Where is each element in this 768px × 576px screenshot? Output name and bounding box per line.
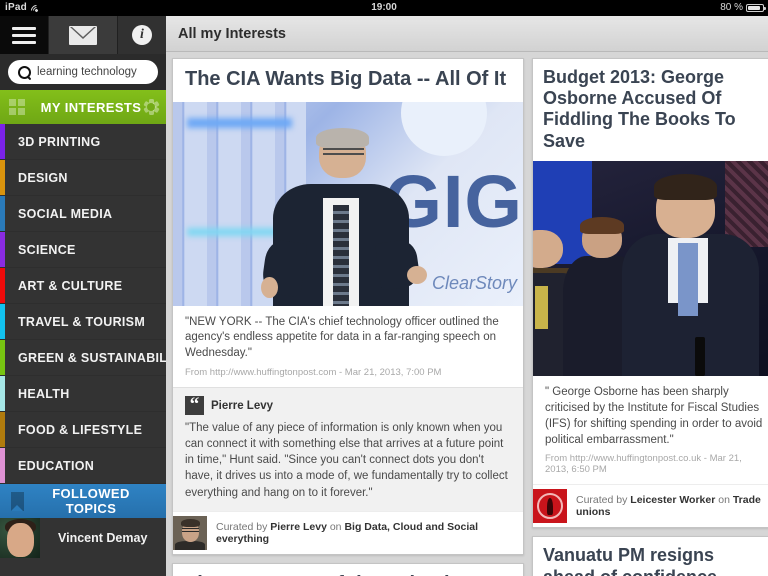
quote-header: “ Pierre Levy bbox=[185, 396, 511, 416]
sidebar-section-followed-topics[interactable]: FOLLOWED TOPICS bbox=[0, 484, 166, 518]
bookmark-icon bbox=[0, 491, 34, 511]
sidebar-item-label: SOCIAL MEDIA bbox=[18, 206, 113, 221]
search-icon bbox=[18, 65, 31, 79]
main-header: All my Interests bbox=[166, 16, 768, 52]
column-2: Budget 2013: George Osborne Accused Of F… bbox=[532, 58, 768, 576]
george-osborne-image bbox=[533, 160, 768, 376]
sidebar-item-vincent-demay[interactable]: Vincent Demay bbox=[0, 518, 166, 558]
followed-topics-label: FOLLOWED TOPICS bbox=[52, 486, 130, 516]
followed-user-name: Vincent Demay bbox=[58, 531, 148, 545]
article-quote: “ Pierre Levy "The value of any piece of… bbox=[173, 387, 523, 511]
curator-name[interactable]: Pierre Levy bbox=[270, 521, 327, 533]
article-description: " George Osborne has been sharply critic… bbox=[545, 385, 763, 446]
status-bar-right: 80 % bbox=[720, 0, 766, 16]
category-color-bar bbox=[0, 268, 5, 303]
sidebar-toolbar: i bbox=[0, 16, 166, 54]
search-bar: learning technology bbox=[0, 54, 166, 90]
sidebar-item-label: FOOD & LIFESTYLE bbox=[18, 422, 143, 437]
sidebar-item-social-media[interactable]: SOCIAL MEDIA bbox=[0, 196, 166, 232]
curated-by-row[interactable]: Curated by Pierre Levy on Big Data, Clou… bbox=[173, 510, 523, 554]
grid-icon bbox=[0, 99, 34, 115]
sidebar-item-label: 3D PRINTING bbox=[18, 134, 101, 149]
status-bar: iPad 19:00 80 % bbox=[0, 0, 768, 18]
main-content: All my Interests The CIA Wants Big Data … bbox=[166, 16, 768, 576]
article-source: From http://www.huffingtonpost.com - Mar… bbox=[185, 367, 442, 379]
search-input[interactable]: learning technology bbox=[8, 60, 158, 84]
category-color-bar bbox=[0, 124, 5, 159]
gear-icon[interactable] bbox=[142, 99, 160, 115]
sidebar-item-health[interactable]: HEALTH bbox=[0, 376, 166, 412]
category-color-bar bbox=[0, 304, 5, 339]
hamburger-menu-icon bbox=[12, 26, 36, 44]
article-title: Vanuatu PM resigns ahead of confidence m… bbox=[543, 545, 717, 576]
sidebar-section-my-interests[interactable]: MY INTERESTS bbox=[0, 90, 166, 124]
category-color-bar bbox=[0, 196, 5, 231]
quote-text: "The value of any piece of information i… bbox=[185, 422, 508, 499]
search-input-value: learning technology bbox=[37, 66, 137, 78]
curated-by-row[interactable]: Curated by Leicester Worker on Trade uni… bbox=[533, 484, 768, 528]
sidebar-item-food-lifestyle[interactable]: FOOD & LIFESTYLE bbox=[0, 412, 166, 448]
article-card-vanuatu[interactable]: Vanuatu PM resigns ahead of confidence m… bbox=[532, 536, 768, 576]
status-bar-clock: 19:00 bbox=[371, 2, 397, 13]
inbox-button[interactable] bbox=[48, 16, 118, 54]
sidebar-item-label: ART & CULTURE bbox=[18, 278, 123, 293]
envelope-icon bbox=[69, 25, 97, 45]
article-description: "NEW YORK -- The CIA's chief technology … bbox=[185, 315, 499, 360]
sidebar-item-education[interactable]: EDUCATION bbox=[0, 448, 166, 484]
quote-icon: “ bbox=[185, 396, 204, 416]
article-source: From http://www.huffingtonpost.co.uk - M… bbox=[545, 453, 742, 476]
category-color-bar bbox=[0, 232, 5, 267]
sidebar-item-3d-printing[interactable]: 3D PRINTING bbox=[0, 124, 166, 160]
battery-icon bbox=[746, 4, 766, 12]
curated-by-text: Curated by Pierre Levy on Big Data, Clou… bbox=[216, 521, 513, 545]
sidebar: i learning technology MY INTERESTS 3D PR… bbox=[0, 16, 166, 576]
cia-speaker-image: GIG ClearStory bbox=[173, 101, 523, 306]
pierre-levy-avatar bbox=[173, 515, 207, 550]
article-title: The True Face of the Salvation Army – Wo… bbox=[173, 564, 523, 576]
curator-name[interactable]: Leicester Worker bbox=[630, 494, 715, 506]
column-1: The CIA Wants Big Data -- All Of It GIG C… bbox=[172, 58, 524, 576]
hamburger-menu-button[interactable] bbox=[0, 16, 48, 54]
article-card-salvation-army[interactable]: The True Face of the Salvation Army – Wo… bbox=[172, 562, 524, 576]
article-card-cia[interactable]: The CIA Wants Big Data -- All Of It GIG C… bbox=[172, 58, 524, 555]
article-title: Budget 2013: George Osborne Accused Of F… bbox=[543, 67, 736, 151]
sidebar-item-science[interactable]: SCIENCE bbox=[0, 232, 166, 268]
avatar bbox=[0, 518, 40, 558]
sidebar-item-art-culture[interactable]: ART & CULTURE bbox=[0, 268, 166, 304]
category-color-bar bbox=[0, 448, 5, 483]
sidebar-item-label: DESIGN bbox=[18, 170, 68, 185]
category-color-bar bbox=[0, 160, 5, 195]
category-color-bar bbox=[0, 376, 5, 411]
sidebar-item-travel-tourism[interactable]: TRAVEL & TOURISM bbox=[0, 304, 166, 340]
sidebar-item-green-sustainability[interactable]: GREEN & SUSTAINABILITY bbox=[0, 340, 166, 376]
sidebar-item-design[interactable]: DESIGN bbox=[0, 160, 166, 196]
curated-middle: on bbox=[718, 494, 730, 507]
battery-percent: 80 % bbox=[720, 2, 743, 13]
category-color-bar bbox=[0, 340, 5, 375]
sidebar-item-label: TRAVEL & TOURISM bbox=[18, 314, 146, 329]
sidebar-item-label: SCIENCE bbox=[18, 242, 76, 257]
category-color-bar bbox=[0, 412, 5, 447]
sidebar-item-label: GREEN & SUSTAINABILITY bbox=[18, 350, 166, 365]
curated-prefix: Curated by bbox=[576, 494, 628, 507]
card-columns[interactable]: The CIA Wants Big Data -- All Of It GIG C… bbox=[166, 52, 768, 576]
sidebar-category-list: 3D PRINTING DESIGN SOCIAL MEDIA SCIENCE ART … bbox=[0, 124, 166, 484]
sidebar-item-label: HEALTH bbox=[18, 386, 70, 401]
article-title: The CIA Wants Big Data -- All Of It bbox=[185, 68, 507, 90]
leicester-worker-avatar bbox=[533, 489, 567, 524]
article-card-budget-2013[interactable]: Budget 2013: George Osborne Accused Of F… bbox=[532, 58, 768, 529]
curated-prefix: Curated by bbox=[216, 520, 268, 533]
info-button[interactable]: i bbox=[118, 16, 166, 54]
page-title: All my Interests bbox=[178, 25, 286, 42]
curated-by-text: Curated by Leicester Worker on Trade uni… bbox=[576, 494, 768, 518]
curated-middle: on bbox=[329, 520, 342, 533]
info-icon: i bbox=[132, 25, 152, 45]
quote-author: Pierre Levy bbox=[211, 399, 274, 412]
sidebar-item-label: EDUCATION bbox=[18, 458, 95, 473]
